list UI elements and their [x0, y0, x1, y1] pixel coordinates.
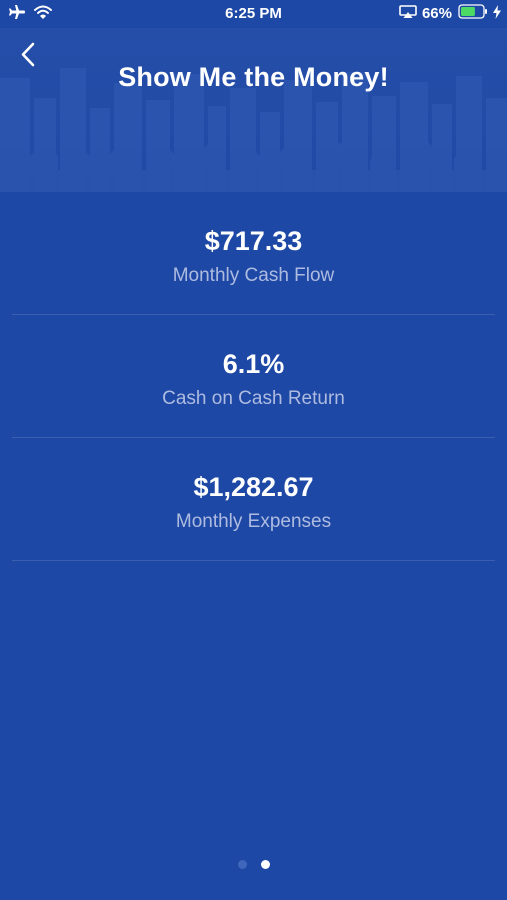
page-title: Show Me the Money!: [118, 62, 389, 92]
charging-bolt-icon: [493, 4, 501, 23]
status-bar: 6:25 PM 66%: [0, 0, 507, 28]
stat-monthly-expenses: $1,282.67 Monthly Expenses: [12, 438, 495, 561]
stat-monthly-cash-flow: $717.33 Monthly Cash Flow: [12, 192, 495, 315]
stat-value: 6.1%: [222, 349, 285, 379]
battery-fill: [461, 7, 475, 16]
stat-cash-on-cash-return: 6.1% Cash on Cash Return: [12, 315, 495, 438]
status-right: 66%: [399, 4, 501, 23]
screen: 6:25 PM 66% Show Me the Money! $717.33 M…: [0, 0, 507, 900]
battery-percent: 66%: [421, 5, 452, 22]
header: Show Me the Money!: [0, 28, 507, 192]
stat-label: Monthly Expenses: [175, 511, 332, 532]
page-indicator[interactable]: [0, 860, 507, 869]
stat-label: Cash on Cash Return: [162, 388, 345, 409]
page-dot[interactable]: [237, 860, 247, 869]
stats-list: $717.33 Monthly Cash Flow 6.1% Cash on C…: [12, 192, 495, 561]
screen-mirroring-icon: [399, 4, 417, 23]
stat-value: $1,282.67: [193, 472, 314, 502]
stat-label: Monthly Cash Flow: [172, 265, 335, 286]
page-dot-active[interactable]: [260, 860, 270, 869]
stat-value: $717.33: [204, 226, 303, 256]
battery-icon: [458, 4, 488, 23]
